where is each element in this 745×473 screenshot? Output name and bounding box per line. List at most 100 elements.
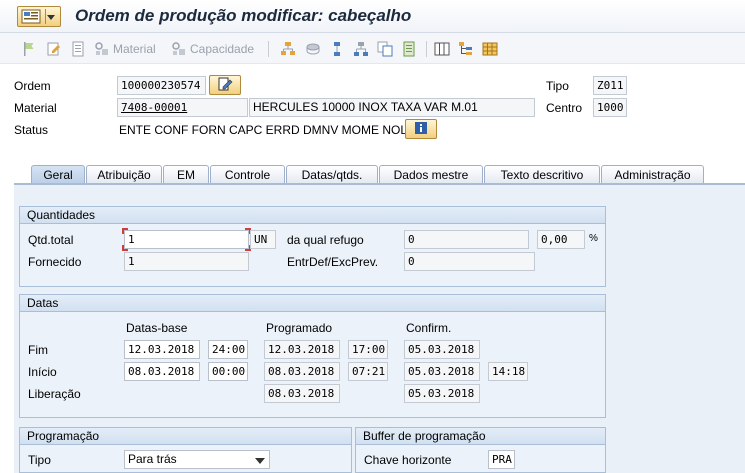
table-view-button[interactable] <box>434 40 450 57</box>
scheduling-type-label: Tipo <box>28 453 51 467</box>
copy-icon <box>377 41 393 57</box>
required-corner-mark <box>122 245 128 251</box>
quantities-group-title: Quantidades <box>20 207 605 224</box>
start-confirmed-date-field[interactable]: 05.03.2018 <box>404 362 480 381</box>
hierarchy-icon <box>280 41 296 57</box>
material-button[interactable]: Material <box>94 40 156 57</box>
toolbar-separator <box>426 41 427 57</box>
delivered-label: Fornecido <box>28 255 82 269</box>
capacity-icon <box>171 41 187 57</box>
scheduling-type-value: Para trás <box>128 452 177 466</box>
print-icon <box>401 41 417 57</box>
tab-texto-descritivo[interactable]: Texto descritivo <box>484 165 600 184</box>
start-scheduled-date-field[interactable]: 08.03.2018 <box>264 362 340 381</box>
flag-icon <box>21 41 37 57</box>
end-base-time-input[interactable]: 24:00 <box>208 340 248 359</box>
center-label: Centro <box>546 101 583 115</box>
sequence-button[interactable] <box>329 40 345 57</box>
material-icon <box>94 41 110 57</box>
print-button[interactable] <box>401 40 417 57</box>
operations-button[interactable] <box>280 40 296 57</box>
tab-dados-mestre[interactable]: Dados mestre <box>379 165 483 184</box>
shortfall-field[interactable]: 0 <box>404 252 535 271</box>
end-scheduled-time-field[interactable]: 17:00 <box>348 340 388 359</box>
scrap-label: da qual refugo <box>287 233 364 247</box>
status-label: Status <box>14 123 49 137</box>
material-description: HERCULES 10000 INOX TAXA VAR M.01 <box>249 98 535 117</box>
app-menu-icon <box>21 9 41 27</box>
change-order-button[interactable] <box>209 75 241 95</box>
menu-button-divider <box>45 9 46 24</box>
start-label: Início <box>28 365 57 379</box>
end-base-date-input[interactable]: 12.03.2018 <box>124 340 200 359</box>
start-confirmed-time-field[interactable]: 14:18 <box>488 362 528 381</box>
start-base-time-input[interactable]: 00:00 <box>208 362 248 381</box>
edit-document-button[interactable] <box>46 40 62 57</box>
grid-icon <box>482 41 498 57</box>
network-button[interactable] <box>353 40 369 57</box>
application-toolbar: Material Capacidade <box>0 33 745 64</box>
status-info-button[interactable] <box>405 119 437 139</box>
required-corner-mark <box>122 228 128 234</box>
material-field[interactable]: 7408-00001 <box>117 98 248 117</box>
document-button[interactable] <box>70 40 86 57</box>
page-title: Ordem de produção modificar: cabeçalho <box>75 6 412 25</box>
start-scheduled-time-field[interactable]: 07:21 <box>348 362 388 381</box>
horizon-key-label: Chave horizonte <box>364 453 452 467</box>
components-icon <box>305 41 321 57</box>
tab-administracao[interactable]: Administração <box>601 165 704 184</box>
chevron-down-icon <box>47 15 55 20</box>
toolbar-separator <box>268 41 269 57</box>
base-dates-header: Datas-base <box>126 321 188 335</box>
copy-button[interactable] <box>377 40 393 57</box>
tab-atribuicao[interactable]: Atribuição <box>86 165 162 184</box>
grid-button[interactable] <box>482 40 498 57</box>
chevron-down-icon <box>255 458 265 464</box>
type-label: Tipo <box>546 79 569 93</box>
total-qty-input[interactable]: 1 <box>124 230 249 249</box>
tab-geral[interactable]: Geral <box>31 165 85 185</box>
release-scheduled-date-field[interactable]: 08.03.2018 <box>264 384 340 403</box>
structure-button[interactable] <box>458 40 474 57</box>
flag-button[interactable] <box>21 40 37 57</box>
scheduling-type-select[interactable]: Para trás <box>124 450 270 469</box>
order-field[interactable]: 100000230574 <box>117 76 206 95</box>
type-field[interactable]: Z011 <box>593 76 627 95</box>
center-field[interactable]: 1000 <box>593 98 627 117</box>
tab-datas-qtds[interactable]: Datas/qtds. <box>286 165 378 184</box>
buffer-group-title: Buffer de programação <box>356 428 605 445</box>
components-button[interactable] <box>305 40 321 57</box>
tab-controle[interactable]: Controle <box>210 165 285 184</box>
title-bar: Ordem de produção modificar: cabeçalho <box>0 0 745 33</box>
shortfall-label: EntrDef/ExcPrev. <box>287 255 379 269</box>
system-menu-button[interactable] <box>17 6 61 27</box>
structure-icon <box>458 41 474 57</box>
tab-em[interactable]: EM <box>163 165 209 184</box>
network-icon <box>353 41 369 57</box>
scrap-qty-field[interactable]: 0 <box>404 230 529 249</box>
start-base-date-input[interactable]: 08.03.2018 <box>124 362 200 381</box>
document-icon <box>70 41 86 57</box>
edit-document-icon <box>46 41 62 57</box>
end-confirmed-date-field[interactable]: 05.03.2018 <box>404 340 480 359</box>
release-confirmed-date-field[interactable]: 05.03.2018 <box>404 384 480 403</box>
end-scheduled-date-field[interactable]: 12.03.2018 <box>264 340 340 359</box>
unit-field[interactable]: UN <box>250 230 276 249</box>
percent-sign: % <box>589 233 598 244</box>
capacity-button[interactable]: Capacidade <box>171 40 254 57</box>
horizon-key-input[interactable]: PRA <box>488 450 515 469</box>
capacity-button-label: Capacidade <box>190 41 255 56</box>
table-icon <box>434 41 450 57</box>
total-qty-label: Qtd.total <box>28 233 74 247</box>
info-icon <box>414 121 428 138</box>
end-label: Fim <box>28 343 48 357</box>
scheduling-group-title: Programação <box>20 428 351 445</box>
confirmed-header: Confirm. <box>406 321 452 335</box>
scheduled-header: Programado <box>266 321 333 335</box>
edit-icon <box>217 77 233 94</box>
scrap-percent-field[interactable]: 0,00 <box>537 230 585 249</box>
release-label: Liberação <box>28 387 81 401</box>
dates-group-title: Datas <box>20 295 605 312</box>
status-value: ENTE CONF FORN CAPC ERRD DMNV MOME NOLQ <box>119 123 417 137</box>
delivered-field[interactable]: 1 <box>124 252 249 271</box>
